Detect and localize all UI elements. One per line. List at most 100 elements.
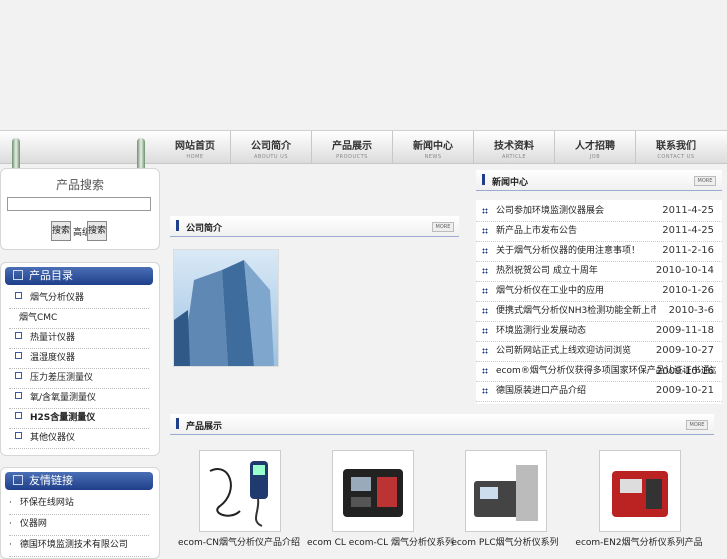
catalog-item[interactable]: 烟气分析仪器 [9,289,149,309]
catalog-item[interactable]: 热量计仪器 [9,329,149,349]
news-row[interactable]: 公司新网站正式上线欢迎访问浏览 2009-10-27 [476,341,722,362]
link-item[interactable]: · 德国环境监测技术有限公司 [9,536,149,557]
catalog-item[interactable]: 烟气CMC [9,309,149,329]
catalog-item[interactable]: H2S含量测量仪 [9,409,149,429]
nav-about[interactable]: 公司简介 ABOUTU US [231,131,312,163]
products-title: 产品展示 [186,422,223,432]
catalog-item[interactable]: 其他仪器仪 [9,429,149,449]
about-header: 公司简介 MORE [170,216,459,237]
about-title: 公司简介 [186,224,223,234]
about-image [173,249,279,367]
product-image[interactable] [599,450,681,532]
nav-label: 网站首页 [175,141,215,152]
news-date: 2009-10-21 [655,385,714,396]
news-row[interactable]: 德国原装进口产品介绍 2009-10-21 [476,381,722,402]
news-date: 2011-2-16 [662,245,714,256]
news-row[interactable]: 热烈祝贺公司 成立十周年 2010-10-14 [476,261,722,282]
products-more-button[interactable]: MORE [686,420,708,430]
link-label: 环保在线网站 [19,498,74,508]
catalog-item-label: 烟气CMC [19,313,58,323]
news-row[interactable]: 关于烟气分析仪器的使用注意事项！ 2011-2-16 [476,241,722,262]
nav-label: 技术资料 [494,141,534,152]
nav-label: 公司简介 [251,141,291,152]
bullet-icon [15,332,22,339]
nav-sublabel: ARTICLE [502,154,526,160]
about-more-button[interactable]: MORE [432,222,454,232]
news-bullet-icon [482,368,488,374]
product-image[interactable] [199,450,281,532]
news-bullet-icon [482,328,488,334]
product-caption[interactable]: ecom CL ecom-CL 烟气分析仪系列 [307,535,454,548]
catalog-item-label: 烟气分析仪器 [30,293,85,303]
news-bullet-icon [482,208,488,214]
nav-sublabel: CONTACT US [657,154,695,160]
bullet-icon [15,292,22,299]
product-photo-1 [200,451,280,531]
product-photo-3 [466,451,546,531]
news-row[interactable]: 烟气分析仪在工业中的应用 2010-1-26 [476,281,722,302]
bullet-icon [15,412,22,419]
product-image[interactable] [465,450,547,532]
catalog-item[interactable]: 压力差压测量仪 [9,369,149,389]
link-item[interactable]: · 环保在线网站 [9,494,149,515]
link-label: 仪器网 [19,519,47,529]
nav-job[interactable]: 人才招聘 JOB [555,131,636,163]
news-title-text: 便携式烟气分析仪NH3检测功能全新上市 [496,306,656,316]
bullet-icon [15,372,22,379]
news-title-text: 烟气分析仪在工业中的应用 [496,286,605,296]
catalog-header: 产品目录 [5,267,153,285]
link-label: 德国环境监测技术有限公司 [19,540,128,550]
nav-sublabel: HOME [186,154,204,160]
news-row[interactable]: 新产品上市发布公告 2011-4-25 [476,221,722,242]
nav-article[interactable]: 技术资料 ARTICLE [474,131,555,163]
news-title-text: 关于烟气分析仪器的使用注意事项！ [496,246,641,256]
news-date: 2011-4-25 [662,225,714,236]
building-image [174,250,278,366]
news-title: 新闻中心 [492,178,529,188]
nav-sublabel: ABOUTU US [254,154,288,160]
catalog-panel: 产品目录 烟气分析仪器 烟气CMC 热量计仪器 温湿度仪器 压力差压测量仪 氧/… [0,262,160,456]
catalog-item-label: H2S含量测量仪 [30,413,96,423]
catalog-item-label: 热量计仪器 [30,333,76,343]
news-date: 2010-10-14 [655,265,714,276]
news-more-button[interactable]: MORE [694,176,716,186]
nav-products[interactable]: 产品展示 PRODUCTS [312,131,393,163]
nav-contact[interactable]: 联系我们 CONTACT US [636,131,716,163]
header-banner [0,0,727,130]
search-button[interactable]: 搜索 [51,221,71,241]
catalog-item[interactable]: 氧/含氧量测量仪 [9,389,149,409]
section-marker [176,418,179,429]
news-row[interactable]: 环境监测行业发展动态 2009-11-18 [476,321,722,342]
news-header: 新闻中心 MORE [476,170,722,191]
news-row[interactable]: 便携式烟气分析仪NH3检测功能全新上市 2010-3-6 [476,301,722,322]
square-icon [13,475,23,485]
product-search-panel: 产品搜索 搜索 高级 搜索 [0,168,160,250]
link-item[interactable]: · 仪器网 [9,515,149,536]
nav-label: 人才招聘 [575,141,615,152]
product-image[interactable] [332,450,414,532]
news-date: 2010-3-6 [668,305,714,316]
news-date: 2009-10-27 [655,345,714,356]
news-title-text: 公司参加环境监测仪器展会 [496,206,605,216]
news-title-text: 公司新网站正式上线欢迎访问浏览 [496,346,632,356]
square-icon [13,270,23,280]
news-bullet-icon [482,228,488,234]
product-photo-2 [333,451,413,531]
catalog-title: 产品目录 [29,269,73,282]
nav-home[interactable]: 网站首页 HOME [160,131,231,163]
news-title-text: 德国原装进口产品介绍 [496,386,587,396]
nav-news[interactable]: 新闻中心 NEWS [393,131,474,163]
product-photo-4 [600,451,680,531]
product-caption[interactable]: ecom-CN烟气分析仪产品介绍 [174,535,304,548]
news-title-text: 环境监测行业发展动态 [496,326,587,336]
search-input[interactable] [7,197,151,211]
news-row[interactable]: 公司参加环境监测仪器展会 2011-4-25 [476,201,722,222]
nav-sublabel: JOB [589,154,601,160]
product-caption[interactable]: ecom PLC烟气分析仪系列 [440,535,570,548]
links-title: 友情链接 [29,474,73,487]
search-button-2[interactable]: 搜索 [87,221,107,241]
news-bullet-icon [482,348,488,354]
news-title-text: 新产品上市发布公告 [496,226,578,236]
product-caption[interactable]: ecom-EN2烟气分析仪系列产品 [574,535,704,548]
catalog-item[interactable]: 温湿度仪器 [9,349,149,369]
